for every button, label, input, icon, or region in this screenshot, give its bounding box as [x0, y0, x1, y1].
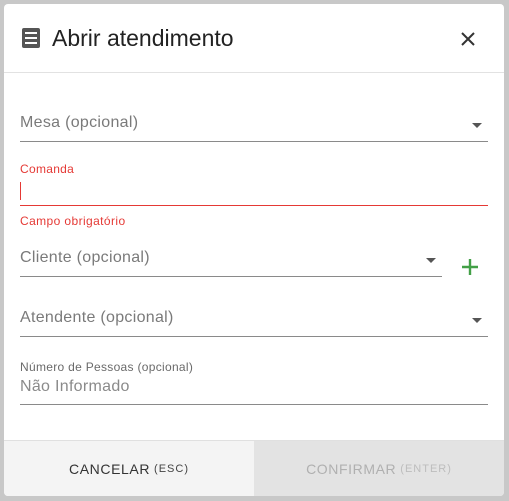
pessoas-placeholder: Não Informado — [20, 378, 130, 395]
mesa-select[interactable]: Mesa (opcional) — [20, 108, 488, 142]
text-cursor — [20, 182, 21, 200]
cliente-placeholder: Cliente (opcional) — [20, 249, 150, 266]
cliente-select[interactable]: Cliente (opcional) — [20, 243, 442, 277]
confirm-button[interactable]: CONFIRMAR (ENTER) — [254, 441, 504, 496]
comanda-label: Comanda — [20, 162, 75, 176]
mesa-placeholder: Mesa (opcional) — [20, 114, 139, 131]
confirm-shortcut-hint: (ENTER) — [400, 463, 452, 475]
comanda-input[interactable] — [20, 176, 488, 206]
atendente-select[interactable]: Atendente (opcional) — [20, 303, 488, 337]
open-service-dialog: Abrir atendimento Mesa (opcional) Comand… — [4, 4, 504, 496]
add-client-button[interactable] — [459, 256, 481, 278]
pessoas-label: Número de Pessoas (opcional) — [20, 360, 194, 374]
dialog-header: Abrir atendimento — [4, 4, 504, 73]
cancel-button-label: CANCELAR — [69, 461, 151, 477]
chevron-down-icon — [472, 318, 482, 323]
chevron-down-icon — [472, 123, 482, 128]
cancel-shortcut-hint: (ESC) — [154, 463, 189, 475]
cancel-button[interactable]: CANCELAR (ESC) — [4, 441, 254, 496]
confirm-button-label: CONFIRMAR — [306, 461, 397, 477]
document-list-icon — [22, 28, 40, 48]
pessoas-input[interactable]: Não Informado — [20, 374, 488, 405]
dialog-footer: CANCELAR (ESC) CONFIRMAR (ENTER) — [4, 440, 504, 496]
comanda-error-message: Campo obrigatório — [20, 214, 126, 228]
dialog-title: Abrir atendimento — [52, 25, 234, 51]
chevron-down-icon — [426, 258, 436, 263]
close-icon[interactable] — [458, 29, 478, 49]
atendente-placeholder: Atendente (opcional) — [20, 309, 174, 326]
